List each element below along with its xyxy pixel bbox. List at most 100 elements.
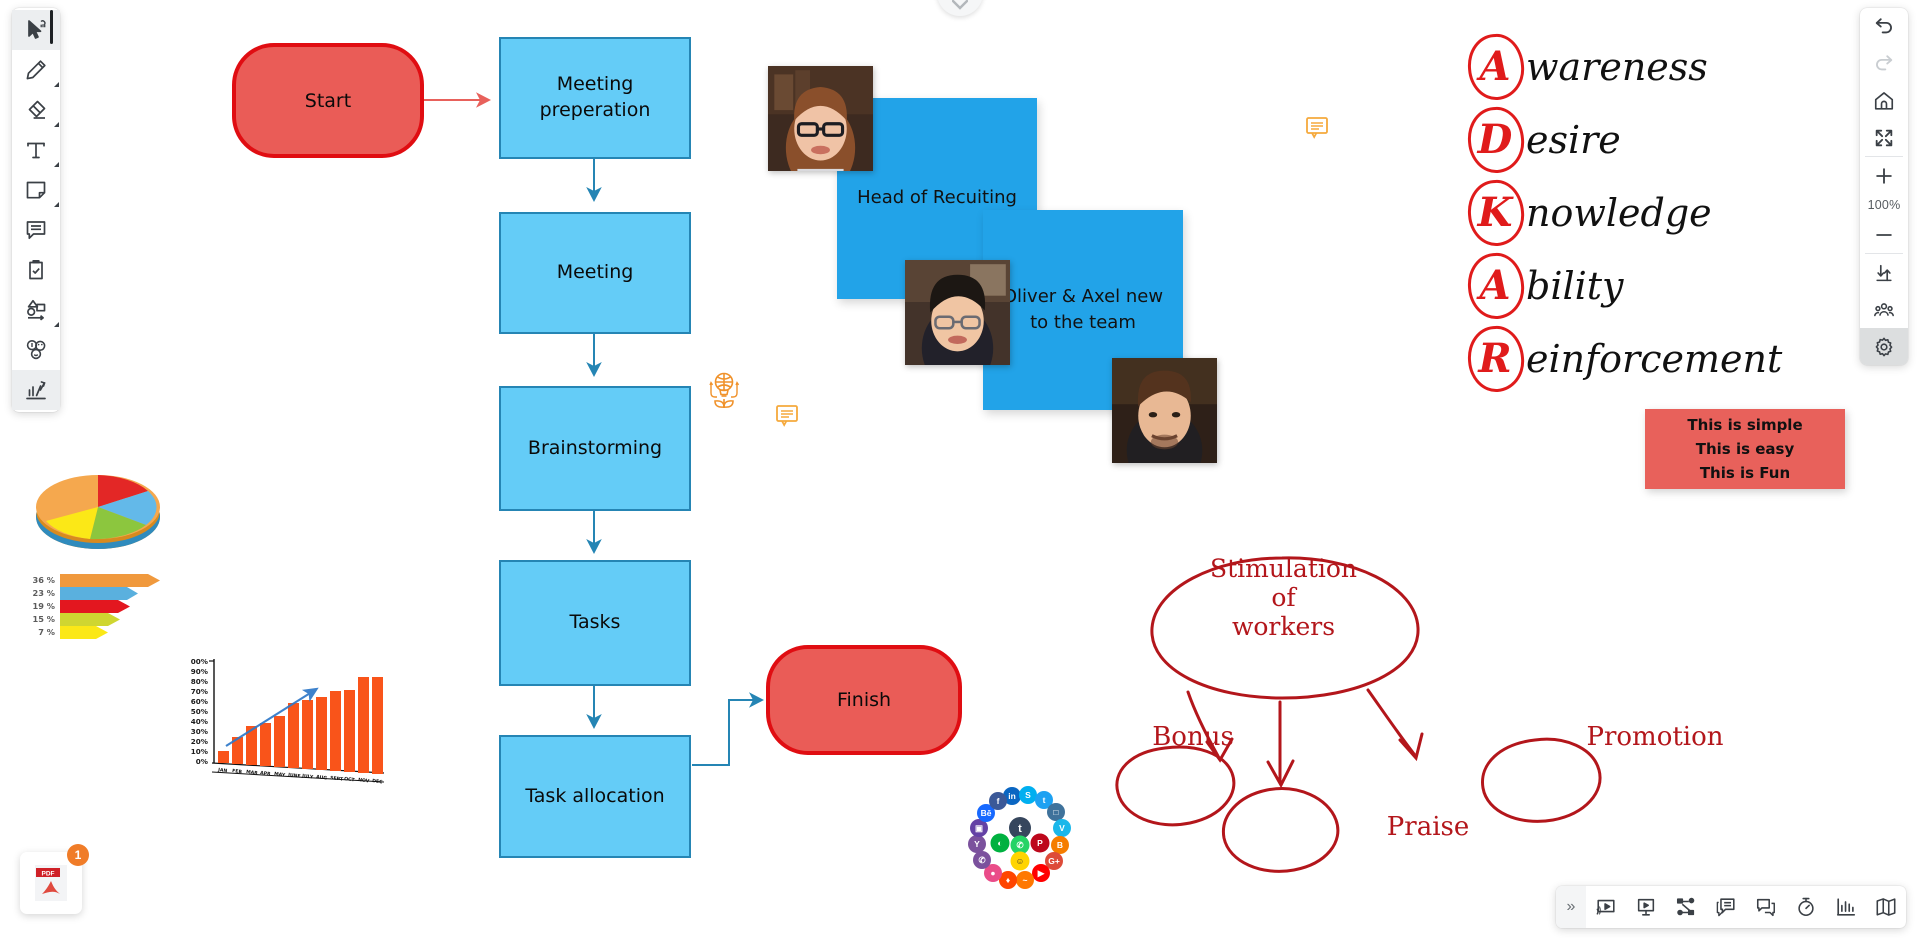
settings-button[interactable]: [1860, 328, 1908, 365]
expand-toolbar-button[interactable]: »: [1556, 886, 1586, 928]
flow-node-brainstorming[interactable]: Brainstorming: [499, 386, 691, 511]
plus-icon: [1876, 167, 1892, 184]
pen-tool[interactable]: [12, 50, 60, 90]
flow-node-tasks[interactable]: Tasks: [499, 560, 691, 686]
pdf-file-icon: PDF: [35, 865, 67, 901]
timer-button[interactable]: [1786, 886, 1826, 928]
zoom-out-button[interactable]: [1860, 216, 1908, 253]
fit-screen-button[interactable]: [1860, 119, 1908, 156]
chart-tool[interactable]: [12, 370, 60, 410]
chevron-expand-icon[interactable]: [54, 162, 59, 167]
bottom-features-toolbar[interactable]: »: [1556, 886, 1906, 928]
screen-share-button[interactable]: [1586, 886, 1626, 928]
chevron-expand-icon[interactable]: [54, 122, 59, 127]
flow-node-label: Brainstorming: [527, 436, 663, 459]
flow-node-finish[interactable]: Finish: [766, 645, 962, 755]
map-icon: [1876, 898, 1896, 916]
zoom-level-label[interactable]: 100%: [1860, 194, 1908, 216]
adkar-row[interactable]: A wareness: [1465, 30, 1782, 103]
text-icon: [27, 142, 45, 159]
comment-marker-canvas-center[interactable]: [775, 404, 801, 430]
svg-text:P: P: [1037, 838, 1043, 848]
svg-text:B: B: [1057, 840, 1063, 850]
svg-text:V: V: [1059, 823, 1065, 833]
flow-node-task-allocation[interactable]: Task allocation: [499, 735, 691, 858]
whiteboard-canvas[interactable]: Start Meeting preperation Meeting Brains…: [0, 0, 1920, 938]
svg-text:FEB: FEB: [232, 768, 243, 775]
presentation-button[interactable]: [1626, 886, 1666, 928]
flow-node-start[interactable]: Start: [232, 43, 424, 158]
presentation-play-icon: [1637, 898, 1655, 916]
mindmap-root-label: Stimulation of workers: [1196, 554, 1371, 641]
adkar-row[interactable]: D esire: [1465, 103, 1782, 176]
expand-arrows-icon: [1875, 129, 1893, 146]
minus-icon: [1876, 233, 1892, 236]
pdf-file-card[interactable]: PDF 1: [20, 844, 89, 914]
svg-text:♦: ♦: [1006, 875, 1011, 885]
left-tools-toolbar[interactable]: [12, 8, 60, 412]
sticky-note-motivation[interactable]: This is simple This is easy This is Fun: [1645, 409, 1845, 489]
avatar-photo-woman[interactable]: [768, 66, 873, 171]
emoji-tool[interactable]: [12, 330, 60, 370]
segment-pie-chart-3d[interactable]: [28, 455, 168, 563]
map-button[interactable]: [1866, 886, 1906, 928]
chevron-expand-icon[interactable]: [54, 82, 59, 87]
zoom-in-button[interactable]: [1860, 157, 1908, 194]
social-media-icons-cluster[interactable]: in S t □ V B G+ ▶ ~ ♦ ● ✆ Y ▣ Bē f t ◐ ✆…: [968, 786, 1076, 894]
svg-text:□: □: [1053, 807, 1058, 817]
svg-text:60%: 60%: [191, 697, 208, 706]
chevron-expand-icon[interactable]: [54, 202, 59, 207]
comment-reply-icon: [1756, 898, 1775, 917]
screen-cast-icon: [1596, 899, 1615, 915]
svg-text:☺: ☺: [1016, 856, 1025, 866]
adkar-model[interactable]: A wareness D esire K nowledge A bility R: [1465, 30, 1782, 395]
monthly-growth-bar-chart[interactable]: 00% 90% 80% 70% 60% 50% 40% 30% 20% 10% …: [178, 650, 418, 798]
adkar-row[interactable]: R einforcement: [1465, 322, 1782, 395]
redo-button[interactable]: [1860, 45, 1908, 82]
mindmap-branch-praise: Praise: [1386, 812, 1470, 842]
comments-button[interactable]: [1746, 886, 1786, 928]
svg-text:JAN: JAN: [217, 767, 228, 774]
svg-text:S: S: [1025, 790, 1031, 800]
flow-nodes-icon: [1676, 897, 1695, 916]
text-tool[interactable]: [12, 130, 60, 170]
svg-text:MAY: MAY: [274, 771, 286, 779]
undo-button[interactable]: [1860, 8, 1908, 45]
shapes-tool[interactable]: [12, 290, 60, 330]
comment-tool[interactable]: [12, 210, 60, 250]
svg-text:▣: ▣: [975, 823, 983, 833]
eco-lightbulb-icon[interactable]: [703, 369, 745, 415]
svg-text:19 %: 19 %: [33, 601, 55, 611]
svg-text:●: ●: [990, 868, 995, 878]
flow-node-meeting-preparation[interactable]: Meeting preperation: [499, 37, 691, 159]
charts-button[interactable]: [1826, 886, 1866, 928]
svg-text:36 %: 36 %: [33, 575, 55, 585]
svg-text:NOV: NOV: [358, 777, 370, 785]
comment-marker-canvas-right[interactable]: [1305, 116, 1331, 142]
chat-button[interactable]: [1706, 886, 1746, 928]
svg-text:OCT: OCT: [344, 776, 356, 784]
task-tool[interactable]: [12, 250, 60, 290]
adkar-row[interactable]: K nowledge: [1465, 176, 1782, 249]
mindmap-button[interactable]: [1666, 886, 1706, 928]
svg-text:◐: ◐: [997, 838, 1002, 848]
clipboard-check-icon: [29, 260, 43, 280]
svg-text:APR: APR: [260, 770, 272, 777]
adkar-row[interactable]: A bility: [1465, 249, 1782, 322]
svg-text:MAR: MAR: [246, 769, 259, 777]
flow-node-meeting[interactable]: Meeting: [499, 212, 691, 334]
avatar-photo-man-right[interactable]: [1112, 358, 1217, 463]
svg-text:AUG: AUG: [316, 774, 328, 781]
chevron-expand-icon[interactable]: [54, 322, 59, 327]
adkar-letter: A: [1479, 261, 1511, 309]
adkar-letter: R: [1478, 334, 1512, 382]
eraser-tool[interactable]: [12, 90, 60, 130]
avatar-photo-man-glasses[interactable]: [905, 260, 1010, 365]
svg-text:t: t: [1018, 823, 1022, 835]
participants-button[interactable]: [1860, 291, 1908, 328]
import-export-button[interactable]: [1860, 254, 1908, 291]
funnel-arrow-chart[interactable]: 36 % 23 % 19 % 15 % 7 %: [30, 572, 165, 654]
sticky-note-tool[interactable]: [12, 170, 60, 210]
home-button[interactable]: [1860, 82, 1908, 119]
right-view-toolbar[interactable]: 100%: [1860, 8, 1908, 365]
